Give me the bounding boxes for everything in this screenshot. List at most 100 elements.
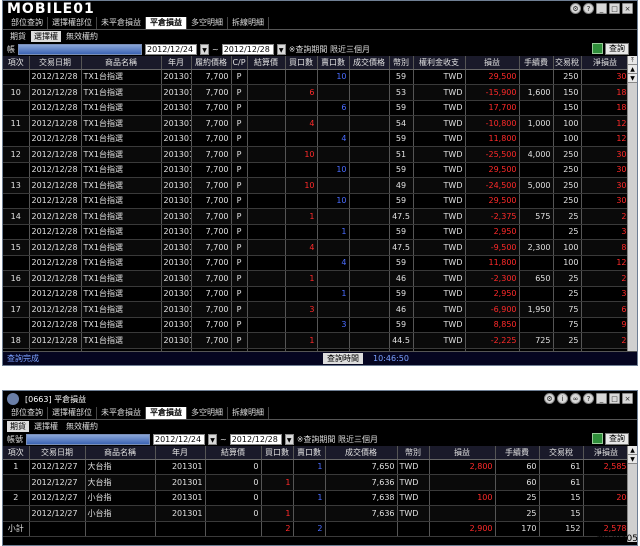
subtab-2[interactable]: 無效權約 — [63, 31, 101, 42]
column-header[interactable]: 交易日期 — [29, 56, 82, 70]
date-to-field[interactable]: 2012/12/28 — [221, 43, 274, 55]
column-header[interactable]: 交易稅 — [553, 56, 582, 70]
tab-0[interactable]: 部位查詢 — [7, 17, 48, 29]
scroll-up-icon[interactable]: ▲ — [628, 446, 637, 455]
table-row[interactable]: 18 2012/12/28 TX1台指選 201301 7,700 P 1 44.5 TWD -2… — [3, 332, 630, 349]
column-header[interactable]: 賣口數 — [317, 56, 350, 70]
info-icon[interactable]: i — [557, 393, 568, 404]
account-select[interactable] — [26, 433, 150, 445]
scroll-up-icon[interactable]: ▲ — [628, 65, 637, 74]
close-button[interactable]: × — [622, 393, 633, 404]
account-select[interactable] — [18, 43, 142, 55]
minimize-button[interactable]: _ — [596, 393, 607, 404]
table-row[interactable]: 1 2012/12/27 大台指 201301 0 1 7,650 TWD 2,800 60 61 2… — [3, 459, 630, 475]
table-row[interactable]: 2012/12/28TX1台指選2013017,700P 1 59TWD2,950 2… — [3, 224, 630, 240]
help-icon[interactable]: ? — [583, 3, 594, 14]
tab-2[interactable]: 未平倉損益 — [97, 407, 146, 419]
column-header[interactable]: 結算價 — [205, 446, 262, 460]
tab-3[interactable]: 平倉損益 — [146, 17, 187, 29]
column-header[interactable]: 交易稅 — [539, 446, 584, 460]
column-header[interactable]: 權利金收支 — [413, 56, 466, 70]
table-row[interactable]: 2012/12/27 大台指 201301 0 1 7,636 TWD 60 61 — [3, 474, 630, 491]
chevron-down-icon[interactable]: ▼ — [276, 43, 286, 55]
table-row[interactable]: 13 2012/12/28 TX1台指選 201301 7,700 P 10 49 TWD -24… — [3, 177, 630, 194]
query-button[interactable]: 查詢 — [605, 433, 629, 445]
subtab-1[interactable]: 選擇權 — [31, 30, 61, 42]
column-header[interactable]: 成交價格 — [349, 56, 390, 70]
table-row[interactable]: 15 2012/12/28 TX1台指選 201301 7,700 P 4 47.5 TWD -9… — [3, 239, 630, 256]
column-header[interactable]: 買口數 — [285, 56, 318, 70]
column-header[interactable]: 年月 — [161, 56, 192, 70]
table-row[interactable]: 2012/12/28 TX1台指選 201301 7,700 P 6 59 TWD 17,700… — [3, 100, 630, 116]
tab-4[interactable]: 多空明細 — [187, 407, 228, 419]
table-row[interactable]: 16 2012/12/28 TX1台指選 201301 7,700 P 1 46 TWD -2,3… — [3, 270, 630, 287]
table-row[interactable]: 14 2012/12/28 TX1台指選 201301 7,700 P 1 47.5 TWD -2… — [3, 208, 630, 225]
column-header[interactable]: 損益 — [465, 56, 520, 70]
column-header[interactable]: 買口數 — [261, 446, 294, 460]
settings-icon[interactable]: ⚙ — [544, 393, 555, 404]
table-row[interactable]: 2012/12/28 TX1台指選 201301 7,700 P 10 59 TWD 29,50… — [3, 162, 630, 178]
table-row[interactable]: 17 2012/12/28 TX1台指選 201301 7,700 P 3 46 TWD -6,9… — [3, 301, 630, 318]
date-to-field[interactable]: 2012/12/28 — [229, 433, 282, 445]
column-header[interactable]: 交易日期 — [29, 446, 86, 460]
tab-0[interactable]: 部位查詢 — [7, 407, 48, 419]
column-header[interactable]: 淨損益 — [583, 446, 630, 460]
subtab-0[interactable]: 期貨 — [7, 31, 29, 42]
subtab-2[interactable]: 無效權約 — [63, 421, 101, 432]
maximize-button[interactable]: □ — [609, 3, 620, 14]
tab-3[interactable]: 平倉損益 — [146, 407, 187, 419]
column-header[interactable]: 賣口數 — [293, 446, 326, 460]
tab-1[interactable]: 選擇權部位 — [48, 407, 97, 419]
help-icon[interactable]: ? — [583, 393, 594, 404]
column-header[interactable]: 年月 — [155, 446, 206, 460]
tab-4[interactable]: 多空明細 — [187, 17, 228, 29]
column-header[interactable]: 手續費 — [519, 56, 554, 70]
table-row[interactable]: 2012/12/27 小台指 201301 0 1 7,636 TWD 25 15 — [3, 505, 630, 522]
tab-5[interactable]: 拆線明細 — [228, 407, 269, 419]
maximize-button[interactable]: □ — [609, 393, 620, 404]
vertical-scrollbar[interactable]: ▲ ▼ — [627, 446, 637, 542]
chevron-down-icon[interactable]: ▼ — [284, 433, 294, 445]
tab-5[interactable]: 拆線明細 — [228, 17, 269, 29]
close-button[interactable]: × — [622, 3, 633, 14]
table-row[interactable]: 2 2012/12/27 小台指 201301 0 1 7,638 TWD 100 25 15 20 — [3, 490, 630, 506]
column-header[interactable]: C/P — [231, 56, 248, 70]
table-row[interactable]: 10 2012/12/28 TX1台指選 201301 7,700 P 6 53 TWD -15,… — [3, 84, 630, 101]
column-header[interactable]: 幣別 — [389, 56, 414, 70]
tab-1[interactable]: 選擇權部位 — [48, 17, 97, 29]
column-header[interactable]: 成交價格 — [325, 446, 398, 460]
table-row[interactable]: 2012/12/28 TX1台指選 201301 7,700 P 4 59 TWD 11,800… — [3, 131, 630, 147]
tab-2[interactable]: 未平倉損益 — [97, 17, 146, 29]
query-button[interactable]: 查詢 — [605, 43, 629, 55]
scroll-top-icon[interactable]: ⤒ — [628, 56, 637, 65]
column-header[interactable]: 結算價 — [247, 56, 286, 70]
column-header[interactable]: 幣別 — [397, 446, 430, 460]
minimize-button[interactable]: _ — [596, 3, 607, 14]
table-row[interactable]: 2012/12/28 TX1台指選 201301 7,700 P 3 59 TWD 8,850 7… — [3, 317, 630, 333]
link-icon[interactable]: ∞ — [570, 393, 581, 404]
table-row[interactable]: 11 2012/12/28 TX1台指選 201301 7,700 P 4 54 TWD -10,… — [3, 115, 630, 132]
scroll-down-icon[interactable]: ▼ — [628, 74, 637, 83]
subtab-1[interactable]: 選擇權 — [31, 421, 61, 432]
table-row[interactable]: 2012/12/28 TX1台指選 201301 7,700 P 10 59 TWD 29,50… — [3, 69, 630, 85]
column-header[interactable]: 淨損益 — [581, 56, 630, 70]
column-header[interactable]: 商品名稱 — [81, 56, 162, 70]
column-header[interactable]: 商品名稱 — [85, 446, 156, 460]
chevron-down-icon[interactable]: ▼ — [200, 43, 209, 55]
scroll-down-icon[interactable]: ▼ — [628, 455, 637, 464]
excel-export-icon[interactable] — [592, 433, 603, 444]
table-row[interactable]: 2012/12/28TX1台指選2013017,700P 1 59TWD2,950 2… — [3, 286, 630, 302]
column-header[interactable]: 損益 — [429, 446, 496, 460]
date-from-field[interactable]: 2012/12/24 — [145, 43, 197, 55]
table-row[interactable]: 2012/12/28 TX1台指選 201301 7,700 P 10 59 TWD 29,50… — [3, 193, 630, 209]
excel-export-icon[interactable] — [592, 43, 603, 54]
column-header[interactable]: 履約價格 — [191, 56, 232, 70]
chevron-down-icon[interactable]: ▼ — [208, 433, 217, 445]
table-row[interactable]: 12 2012/12/28 TX1台指選 201301 7,700 P 10 51 TWD -25… — [3, 146, 630, 163]
table-row[interactable]: 2012/12/28 TX1台指選 201301 7,700 P 4 59 TWD 11,800… — [3, 255, 630, 271]
column-header[interactable]: 項次 — [3, 446, 30, 460]
settings-icon[interactable]: ⚙ — [570, 3, 581, 14]
column-header[interactable]: 項次 — [3, 56, 30, 70]
subtab-0[interactable]: 期貨 — [7, 420, 29, 432]
vertical-scrollbar[interactable]: ⤒ ▲ ▼ — [627, 56, 637, 365]
